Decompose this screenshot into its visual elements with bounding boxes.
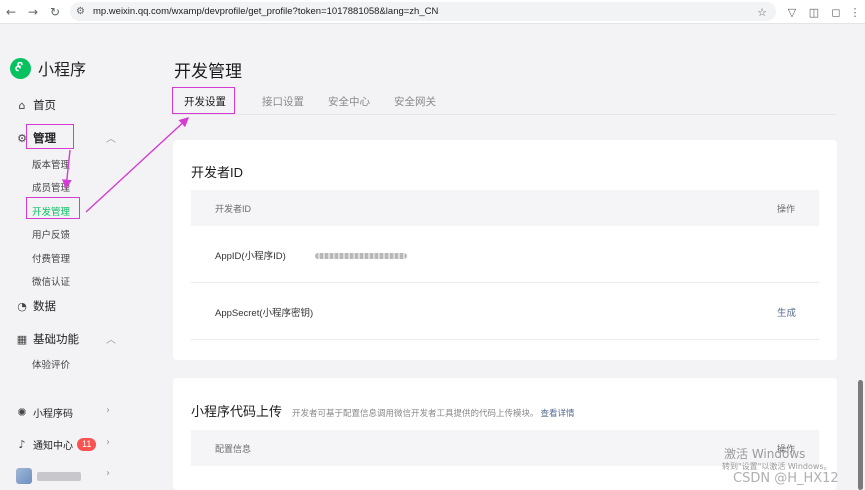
table-header: 开发者ID 操作 (191, 190, 819, 226)
tab-api-settings[interactable]: 接口设置 (262, 94, 304, 109)
tab-security-gateway[interactable]: 安全网关 (394, 94, 436, 109)
card-title: 开发者ID (191, 165, 244, 180)
tab-divider (172, 114, 836, 115)
appsecret-label: AppSecret(小程序密钥) (215, 308, 314, 319)
column-header-action: 操作 (777, 204, 796, 214)
tab-bar: 开发设置 接口设置 安全中心 安全网关 (172, 88, 460, 114)
windows-activation-title: 激活 Windows (724, 447, 806, 461)
card-title: 小程序代码上传 (191, 404, 283, 419)
csdn-watermark: CSDN @H_HX12 (733, 471, 839, 486)
page-scrollbar[interactable] (858, 380, 863, 490)
appid-label: AppID(小程序ID) (215, 251, 286, 262)
table-row: AppID(小程序ID) (191, 226, 819, 283)
card-description: 开发者可基于配置信息调用微信开发者工具提供的代码上传模块。 (292, 408, 539, 418)
tab-security-center[interactable]: 安全中心 (328, 94, 370, 109)
page-title: 开发管理 (174, 62, 242, 81)
column-header-id: 开发者ID (215, 204, 252, 214)
table-row: AppSecret(小程序密钥) 生成 (191, 283, 819, 340)
developer-id-card: 开发者ID 开发者ID 操作 AppID(小程序ID) AppSecret(小程… (173, 140, 837, 360)
view-details-link[interactable]: 查看详情 (541, 407, 575, 419)
column-header-config: 配置信息 (215, 444, 252, 454)
card-header: 小程序代码上传 开发者可基于配置信息调用微信开发者工具提供的代码上传模块。 查看… (191, 401, 575, 420)
tab-dev-settings[interactable]: 开发设置 (184, 94, 226, 109)
generate-secret-link[interactable]: 生成 (777, 305, 796, 319)
appid-value-masked (315, 253, 407, 259)
